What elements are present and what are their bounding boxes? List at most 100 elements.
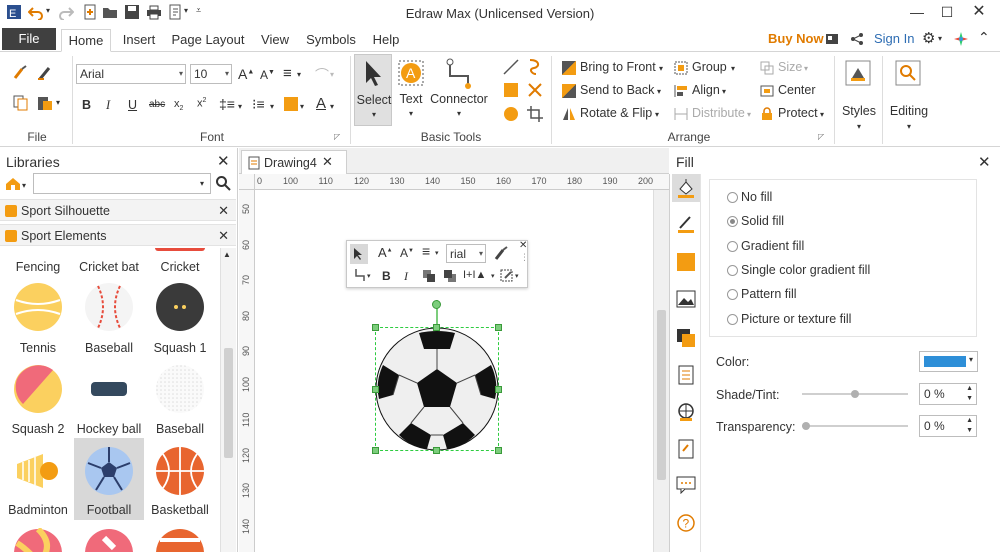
shape-label-baseball[interactable]: Baseball bbox=[73, 341, 145, 355]
line-spacing-icon[interactable]: ‡≡ bbox=[219, 96, 235, 112]
ball-partial-icon[interactable] bbox=[155, 528, 205, 552]
document-tab-close-icon[interactable]: ✕ bbox=[322, 154, 333, 170]
library-category-close-icon[interactable]: ✕ bbox=[218, 203, 229, 219]
align-button[interactable]: Align bbox=[692, 83, 720, 97]
home-dropdown-icon[interactable]: ▾ bbox=[22, 181, 26, 190]
mini-align-dropdown-icon[interactable]: ▾ bbox=[435, 249, 439, 257]
line-spacing-dropdown-icon[interactable]: ▾ bbox=[238, 102, 242, 111]
document-tab[interactable]: Drawing4 ✕ bbox=[241, 150, 347, 174]
single-color-gradient-radio[interactable] bbox=[727, 265, 738, 276]
football-shape-icon[interactable] bbox=[375, 327, 499, 451]
shade-tint-slider[interactable] bbox=[802, 390, 908, 398]
baseball-icon[interactable] bbox=[84, 282, 134, 332]
hockey-ball-icon[interactable] bbox=[84, 364, 134, 414]
font-color-dropdown-icon[interactable]: ▾ bbox=[330, 102, 334, 111]
tab-home[interactable]: Home bbox=[61, 29, 111, 52]
grow-font-icon[interactable]: A▲ bbox=[238, 66, 254, 82]
squash-2-ball-icon[interactable] bbox=[13, 364, 63, 414]
shape-label-badminton[interactable]: Badminton bbox=[2, 503, 74, 517]
buy-now-link[interactable]: Buy Now bbox=[768, 31, 824, 46]
close-window-button[interactable]: ✕ bbox=[966, 2, 992, 22]
rotation-handle[interactable] bbox=[432, 300, 441, 309]
tab-insert[interactable]: Insert bbox=[117, 29, 161, 52]
baseball-2-icon[interactable] bbox=[155, 364, 205, 414]
resize-handle[interactable] bbox=[372, 447, 379, 454]
gradient-fill-radio[interactable] bbox=[727, 241, 738, 252]
mini-italic-icon[interactable]: I bbox=[404, 269, 408, 284]
mini-fill-bucket-icon[interactable] bbox=[499, 268, 515, 284]
line-tool-icon[interactable] bbox=[502, 58, 520, 76]
format-painter-icon[interactable] bbox=[12, 64, 30, 82]
superscript-icon[interactable]: x2 bbox=[197, 97, 206, 110]
shrink-font-icon[interactable]: A▼ bbox=[260, 68, 275, 82]
share-icon[interactable] bbox=[850, 32, 864, 46]
shape-label-basketball[interactable]: Basketball bbox=[144, 503, 216, 517]
rectangle-tool-icon[interactable] bbox=[504, 83, 518, 97]
picture-texture-fill-label[interactable]: Picture or texture fill bbox=[741, 312, 851, 326]
resize-handle[interactable] bbox=[372, 386, 379, 393]
cross-tool-icon[interactable] bbox=[526, 81, 544, 99]
bring-to-front-button[interactable]: Bring to Front bbox=[580, 60, 656, 74]
size-button[interactable]: Size bbox=[778, 60, 802, 74]
connector-tool-button[interactable]: Connector ▾ bbox=[430, 54, 488, 126]
font-dialog-launcher-icon[interactable]: ◸ bbox=[334, 132, 340, 141]
transparency-slider[interactable] bbox=[802, 422, 908, 430]
mini-fill-dropdown-icon[interactable]: ▾ bbox=[515, 272, 519, 280]
home-icon[interactable] bbox=[5, 177, 21, 191]
library-category-sport-elements[interactable]: Sport Elements ✕ bbox=[0, 224, 236, 246]
library-category-close-icon[interactable]: ✕ bbox=[218, 228, 229, 244]
shade-tint-spin-arrows[interactable]: ▲ ▼ bbox=[966, 384, 973, 404]
resize-handle[interactable] bbox=[495, 324, 502, 331]
mini-align-icon[interactable]: ≡ bbox=[422, 243, 430, 259]
group-dropdown-icon[interactable]: ▾ bbox=[731, 64, 735, 73]
pattern-fill-radio[interactable] bbox=[727, 289, 738, 300]
font-name-select[interactable]: Arial ▾ bbox=[76, 64, 186, 84]
crop-tool-icon[interactable] bbox=[526, 105, 544, 123]
libraries-close-icon[interactable]: ✕ bbox=[217, 152, 230, 170]
shade-tint-slider-thumb[interactable] bbox=[851, 390, 859, 398]
fill-tab-button[interactable] bbox=[672, 174, 700, 202]
settings-dropdown-icon[interactable]: ▾ bbox=[938, 34, 942, 43]
image-icon[interactable] bbox=[676, 290, 696, 308]
squash-ball-icon[interactable] bbox=[155, 282, 205, 332]
football-shape-selection[interactable] bbox=[372, 300, 502, 454]
tab-page-layout[interactable]: Page Layout bbox=[168, 29, 248, 52]
size-dropdown-icon[interactable]: ▾ bbox=[804, 64, 808, 73]
layers-icon[interactable] bbox=[676, 328, 696, 348]
single-color-gradient-label[interactable]: Single color gradient fill bbox=[741, 263, 870, 277]
page-properties-icon[interactable] bbox=[677, 365, 695, 385]
publish-icon[interactable] bbox=[825, 32, 839, 46]
library-scroll-thumb[interactable] bbox=[224, 348, 233, 458]
shape-label-fencing[interactable]: Fencing bbox=[2, 260, 74, 274]
shadow-square-icon[interactable] bbox=[677, 253, 695, 271]
basketball-icon[interactable] bbox=[155, 446, 205, 496]
clear-format-icon[interactable] bbox=[36, 64, 54, 82]
tab-view[interactable]: View bbox=[255, 29, 295, 52]
settings-gear-icon[interactable]: ⚙ bbox=[922, 29, 935, 47]
tab-help[interactable]: Help bbox=[366, 29, 406, 52]
mini-select-button[interactable] bbox=[350, 244, 368, 264]
search-icon[interactable] bbox=[215, 175, 231, 191]
attachment-icon[interactable] bbox=[677, 439, 695, 459]
hyperlink-globe-icon[interactable] bbox=[676, 402, 696, 422]
canvas-scroll-thumb[interactable] bbox=[657, 310, 666, 480]
resize-handle[interactable] bbox=[495, 386, 502, 393]
volleyball-icon[interactable] bbox=[13, 528, 63, 552]
color-picker[interactable]: ▾ bbox=[919, 351, 978, 372]
shape-label-baseball-2[interactable]: Baseball bbox=[144, 422, 216, 436]
line-style-icon[interactable] bbox=[677, 214, 695, 234]
maximize-button[interactable]: ☐ bbox=[934, 2, 960, 22]
shape-label-hockey-ball[interactable]: Hockey ball bbox=[73, 422, 145, 436]
gradient-fill-label[interactable]: Gradient fill bbox=[741, 239, 804, 253]
underline-icon[interactable]: U bbox=[128, 98, 137, 112]
mini-send-back-icon[interactable] bbox=[443, 269, 457, 283]
file-menu[interactable]: File bbox=[2, 28, 56, 50]
protect-dropdown-icon[interactable]: ▾ bbox=[820, 110, 824, 119]
shade-tint-spinner[interactable]: 0 % ▲ ▼ bbox=[919, 383, 977, 405]
theme-icon[interactable] bbox=[953, 31, 969, 47]
shape-label-cricket[interactable]: Cricket bbox=[144, 260, 216, 274]
mini-font-select[interactable]: rial ▾ bbox=[446, 244, 486, 263]
protect-button[interactable]: Protect bbox=[778, 106, 818, 120]
styles-button[interactable]: Styles ▾ bbox=[838, 54, 880, 142]
send-to-back-dropdown-icon[interactable]: ▾ bbox=[657, 87, 661, 96]
